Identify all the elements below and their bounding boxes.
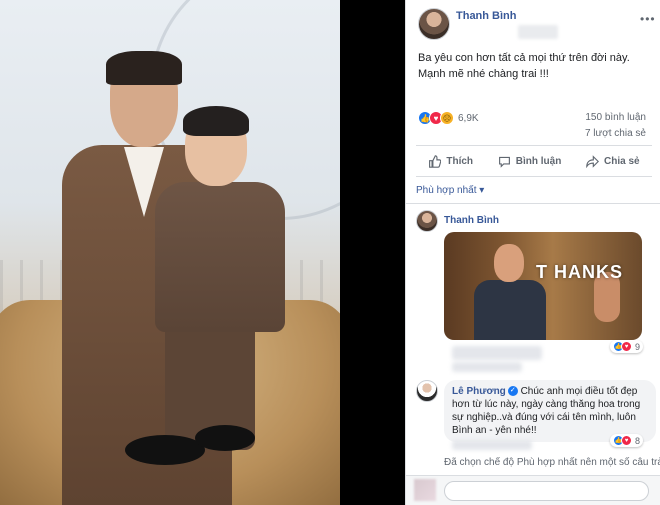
- like-button[interactable]: Thích: [428, 154, 474, 168]
- comment-button[interactable]: Bình luận: [498, 155, 562, 168]
- comment-text-line-3: sự nghiệp..và đúng với cái tên mình, luô…: [452, 412, 636, 423]
- comment-actions-blurred: [452, 440, 532, 450]
- author-name[interactable]: Thanh Bình: [456, 10, 517, 22]
- post-stats: 150 bình luận 7 lượt chia sẻ: [585, 110, 646, 142]
- post-header: Thanh Bình •••: [418, 8, 658, 42]
- caption-line-2: Mạnh mẽ nhé chàng trai !!!: [418, 68, 549, 80]
- more-options-icon[interactable]: •••: [640, 12, 656, 26]
- love-reaction-icon: ♥: [621, 435, 632, 446]
- comment-composer: [406, 475, 660, 505]
- composer-avatar: [414, 479, 436, 501]
- sort-notice: Đã chọn chế độ Phù hợp nhất nên một số c…: [444, 457, 660, 468]
- commenter-avatar[interactable]: [416, 380, 438, 402]
- photo-boy: [125, 106, 305, 480]
- caption-line-1: Ba yêu con hơn tất cả mọi thứ trên đời n…: [418, 52, 630, 64]
- comment-reactions[interactable]: 👍 ♥ 8: [610, 434, 644, 447]
- thumbs-up-icon: [429, 154, 442, 168]
- reaction-summary[interactable]: 👍 ♥ ☹ 6,9K: [418, 110, 479, 126]
- love-reaction-icon: ♥: [621, 341, 632, 352]
- action-bar: Thích Bình luận Chia sẻ: [416, 145, 652, 177]
- comment-reactions[interactable]: 👍 ♥ 9: [610, 340, 644, 353]
- comment-reaction-count: 9: [635, 341, 641, 352]
- post-side-panel: Thanh Bình ••• Ba yêu con hơn tất cả mọi…: [405, 0, 660, 505]
- like-label: Thích: [446, 155, 474, 167]
- share-label: Chia sẻ: [604, 155, 640, 167]
- author-avatar[interactable]: [418, 8, 450, 40]
- sort-label: Phù hợp nhất: [416, 185, 477, 196]
- shares-count[interactable]: 7 lượt chia sẻ: [585, 126, 646, 142]
- commenter-name[interactable]: Thanh Bình: [444, 215, 499, 226]
- sad-reaction-icon: ☹: [440, 111, 454, 125]
- share-arrow-icon: [586, 154, 600, 168]
- chevron-down-icon: ▾: [479, 185, 485, 196]
- comment-bubble: Lê Phương ✓ Chúc anh mọi điều tốt đẹp hơn…: [444, 380, 656, 442]
- commenter-avatar[interactable]: [416, 210, 438, 232]
- comment-sort-dropdown[interactable]: Phù hợp nhất ▾: [416, 185, 484, 196]
- comment-bubble-icon: [498, 156, 510, 168]
- share-button[interactable]: Chia sẻ: [586, 154, 640, 168]
- comment-text-line-2: hơn từ lúc này, ngày càng thăng hoa tron…: [452, 399, 641, 410]
- comment-actions-blurred: [452, 362, 522, 372]
- verified-badge-icon: ✓: [507, 386, 518, 397]
- comment-meta-blurred: [452, 346, 542, 360]
- post-caption: Ba yêu con hơn tất cả mọi thứ trên đời n…: [418, 50, 650, 82]
- photo-viewer[interactable]: [0, 0, 405, 505]
- comment-input[interactable]: [444, 481, 649, 501]
- comments-count[interactable]: 150 bình luận: [585, 110, 646, 126]
- post-meta-blurred: [518, 25, 558, 39]
- comment-text-line-1: Chúc anh mọi điều tốt đẹp: [520, 386, 638, 397]
- gif-person: [474, 244, 546, 340]
- divider: [406, 203, 660, 204]
- post-photo[interactable]: [0, 0, 340, 505]
- commenter-name[interactable]: Lê Phương: [452, 386, 506, 397]
- reaction-count[interactable]: 6,9K: [458, 113, 479, 124]
- comment-reaction-count: 8: [635, 435, 641, 446]
- gif-caption: T HANKS: [536, 262, 623, 282]
- thanks-gif[interactable]: T HANKS: [444, 232, 642, 340]
- comment-label: Bình luận: [515, 155, 562, 167]
